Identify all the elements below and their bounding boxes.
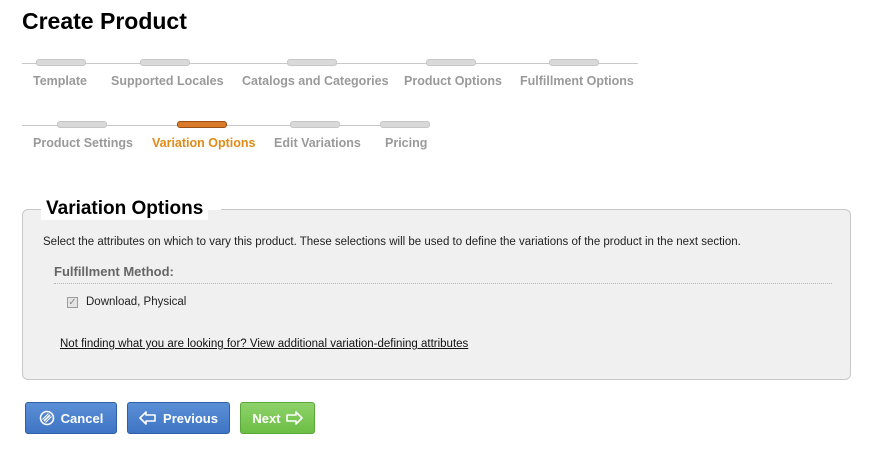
previous-button[interactable]: Previous: [127, 402, 230, 434]
step-progress-bar: [287, 59, 337, 66]
step-progress-bar: [57, 121, 107, 128]
fulfillment-method-label: Fulfillment Method:: [54, 264, 174, 279]
wizard-step-label: Product Options: [404, 74, 502, 88]
wizard-step-label: Supported Locales: [111, 74, 224, 88]
page-title: Create Product: [22, 8, 187, 34]
panel-legend: Variation Options: [41, 198, 209, 220]
step-progress-bar: [290, 121, 340, 128]
view-additional-attributes-link[interactable]: Not finding what you are looking for? Vi…: [60, 338, 468, 350]
cancel-button[interactable]: Cancel: [25, 402, 117, 434]
next-button[interactable]: Next: [240, 402, 315, 434]
wizard-step-label: Product Settings: [33, 136, 134, 150]
wizard-step-label: Pricing: [385, 136, 428, 150]
next-button-label: Next: [252, 410, 281, 426]
step-progress-bar: [36, 59, 86, 66]
wizard-step-label: Template: [33, 74, 87, 88]
step-progress-bar: [426, 59, 476, 66]
step-progress-bar: [380, 121, 430, 128]
arrow-right-icon: [285, 411, 303, 425]
previous-button-label: Previous: [163, 410, 218, 426]
panel-description: Select the attributes on which to vary t…: [43, 236, 741, 248]
dotted-divider: [54, 283, 832, 284]
wizard-steps-row-1: Template Supported Locales Catalogs and …: [0, 56, 872, 96]
download-physical-checkbox[interactable]: ✓: [67, 297, 78, 308]
wizard-step-label: Variation Options: [152, 136, 256, 150]
cancel-icon: [39, 410, 55, 426]
arrow-left-icon: [139, 411, 157, 425]
wizard-steps-row-2: Product Settings Variation Options Edit …: [0, 118, 872, 158]
step-progress-bar: [140, 59, 190, 66]
variation-options-panel: Variation Options Select the attributes …: [22, 198, 851, 380]
wizard-step-label: Edit Variations: [274, 136, 361, 150]
wizard-step-label: Catalogs and Categories: [242, 74, 389, 88]
step-progress-bar-active: [177, 121, 227, 128]
download-physical-checkbox-label: Download, Physical: [86, 296, 187, 308]
step-progress-bar: [549, 59, 599, 66]
cancel-button-label: Cancel: [60, 410, 104, 426]
wizard-step-label: Fulfillment Options: [520, 74, 634, 88]
